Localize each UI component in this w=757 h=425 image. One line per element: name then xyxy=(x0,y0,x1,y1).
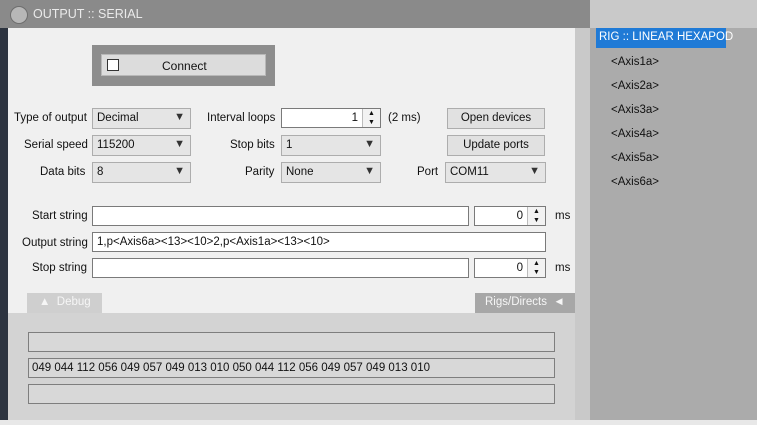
stop-bits-label: Stop bits xyxy=(230,139,275,151)
app-logo-icon xyxy=(10,6,28,24)
triangle-left-icon: ◄ xyxy=(553,296,565,308)
debug-line-3 xyxy=(28,384,555,404)
port-label: Port xyxy=(417,166,439,178)
interval-loops-label: Interval loops xyxy=(207,112,276,124)
chevron-down-icon: ▼ xyxy=(174,138,185,150)
data-bits-select[interactable]: 8 ▼ xyxy=(92,162,191,183)
chevron-down-icon: ▼ xyxy=(529,165,540,177)
axis-item[interactable]: <Axis6a> xyxy=(611,176,659,188)
open-devices-button[interactable]: Open devices xyxy=(447,108,545,129)
parity-select[interactable]: None ▼ xyxy=(281,162,381,183)
stop-delay-unit: ms xyxy=(555,262,571,274)
axis-item[interactable]: <Axis3a> xyxy=(611,104,659,116)
chevron-down-icon: ▼ xyxy=(174,165,185,177)
title-bar: OUTPUT :: SERIAL xyxy=(0,0,590,28)
serial-speed-label: Serial speed xyxy=(24,139,88,151)
interval-loops-stepper[interactable]: 1 ▲ ▼ xyxy=(281,108,381,128)
window-title: OUTPUT :: SERIAL xyxy=(33,7,143,21)
serial-speed-select[interactable]: 115200 ▼ xyxy=(92,135,191,156)
type-of-output-label: Type of output xyxy=(14,112,87,124)
rig-header[interactable]: RIG :: LINEAR HEXAPOD xyxy=(596,28,733,48)
chevron-down-icon: ▼ xyxy=(364,165,375,177)
tab-debug[interactable]: ▲ Debug xyxy=(27,293,102,313)
connect-label: Connect xyxy=(162,59,207,73)
data-bits-label: Data bits xyxy=(40,166,86,178)
type-of-output-select[interactable]: Decimal ▼ xyxy=(92,108,191,129)
tab-debug-label: Debug xyxy=(56,296,91,308)
axis-item[interactable]: <Axis2a> xyxy=(611,80,659,92)
chevron-down-icon: ▼ xyxy=(174,111,185,123)
tab-rigs-label: Rigs/Directs xyxy=(485,296,547,308)
stop-delay-stepper[interactable]: 0 ▲ ▼ xyxy=(474,258,546,278)
parity-label: Parity xyxy=(245,166,275,178)
stop-string-input[interactable] xyxy=(92,258,469,278)
chevron-down-icon: ▼ xyxy=(364,138,375,150)
triangle-up-icon: ▲ xyxy=(39,296,51,308)
background-strip xyxy=(0,0,8,425)
axis-item[interactable]: <Axis4a> xyxy=(611,128,659,140)
spin-down-icon[interactable]: ▼ xyxy=(528,216,545,225)
output-string-input[interactable]: 1,p<Axis6a><13><10>2,p<Axis1a><13><10> xyxy=(92,232,546,252)
stop-bits-select[interactable]: 1 ▼ xyxy=(281,135,381,156)
start-string-label: Start string xyxy=(32,210,88,222)
axis-item[interactable]: <Axis5a> xyxy=(611,152,659,164)
debug-line-2: 049 044 112 056 049 057 049 013 010 050 … xyxy=(28,358,555,378)
debug-line-1 xyxy=(28,332,555,352)
start-delay-stepper[interactable]: 0 ▲ ▼ xyxy=(474,206,546,226)
interval-unit: (2 ms) xyxy=(388,112,421,124)
bottom-edge xyxy=(0,420,757,425)
connect-checkbox[interactable] xyxy=(107,59,119,71)
axis-item[interactable]: <Axis1a> xyxy=(611,56,659,68)
tab-rigs-directs[interactable]: Rigs/Directs ◄ xyxy=(475,293,575,313)
top-right-area xyxy=(590,0,757,28)
port-select[interactable]: COM11 ▼ xyxy=(445,162,546,183)
spin-down-icon[interactable]: ▼ xyxy=(528,268,545,277)
start-delay-unit: ms xyxy=(555,210,571,222)
spin-down-icon[interactable]: ▼ xyxy=(363,118,380,127)
start-string-input[interactable] xyxy=(92,206,469,226)
stop-string-label: Stop string xyxy=(32,262,87,274)
update-ports-button[interactable]: Update ports xyxy=(447,135,545,156)
output-string-label: Output string xyxy=(22,237,88,249)
